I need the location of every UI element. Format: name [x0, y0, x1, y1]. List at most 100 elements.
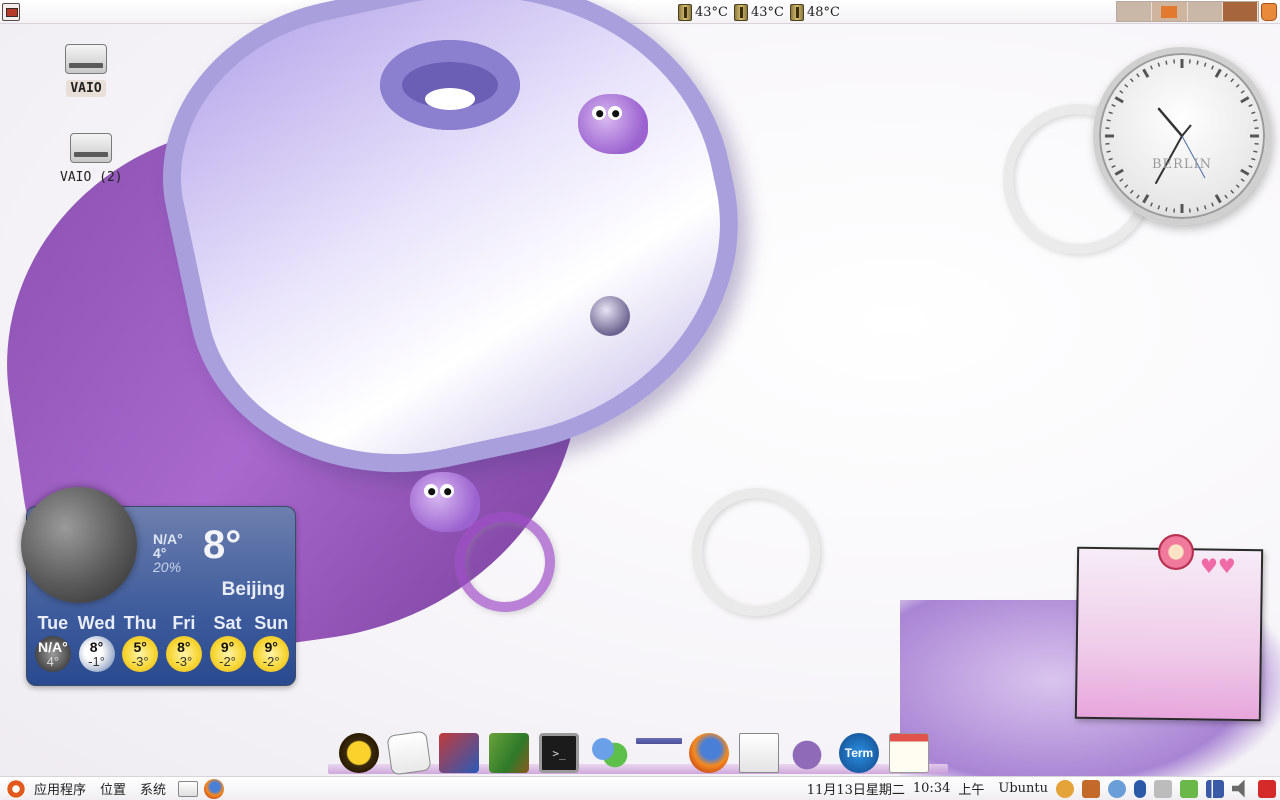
sensor-1: 43°C — [678, 3, 728, 21]
sensor-1-value: 43°C — [695, 4, 728, 20]
dock-documents[interactable] — [736, 730, 782, 776]
weather-widget[interactable]: N/A° 4° 20% 8° Beijing Tue N/A° 4° Wed 8… — [21, 487, 296, 686]
weather-city: Beijing — [221, 579, 285, 600]
clock-second-hand-tail — [1181, 124, 1192, 137]
workspace-4[interactable] — [1222, 2, 1258, 21]
firefox-icon — [689, 733, 729, 773]
dock-firefox[interactable] — [686, 730, 732, 776]
clock-tick — [1203, 205, 1207, 210]
clock-tick — [1196, 207, 1199, 212]
wallpaper-swirl-hole — [380, 40, 520, 130]
workspace-2[interactable] — [1152, 2, 1188, 21]
dock-calendar[interactable] — [886, 730, 932, 776]
moon-icon — [21, 487, 137, 603]
mail-icon[interactable] — [178, 780, 199, 797]
network-icon[interactable] — [1206, 779, 1224, 798]
printer-icon[interactable] — [1154, 779, 1172, 798]
panel-user[interactable]: Ubuntu — [998, 781, 1048, 796]
workspace-switcher — [1116, 1, 1259, 22]
panel-right: 11月13日星期二 10:34 上午 Ubuntu — [807, 779, 1280, 798]
volume-icon[interactable] — [1232, 779, 1245, 798]
show-desktop-icon[interactable] — [2, 3, 20, 21]
clock-tick — [1124, 184, 1129, 189]
clock-tick — [1165, 60, 1168, 65]
dock-notes[interactable] — [386, 730, 432, 776]
clock-tick — [1203, 62, 1207, 67]
clock-tick — [1111, 104, 1116, 107]
temperature-sensors: 43°C 43°C 48°C — [678, 3, 840, 21]
clock-widget[interactable]: BERLIN — [1093, 47, 1271, 225]
thermometer-icon — [678, 3, 692, 21]
dock-system-monitor[interactable] — [336, 730, 382, 776]
menu-system[interactable]: 系统 — [140, 779, 166, 798]
flower-icon — [1158, 534, 1194, 570]
forecast-low: -1° — [88, 653, 105, 669]
dock-term[interactable]: Term — [836, 730, 882, 776]
clock-tick — [1136, 73, 1140, 78]
trash-icon[interactable] — [1261, 3, 1277, 21]
gauge-icon — [339, 733, 379, 773]
workspace-3[interactable] — [1187, 2, 1223, 21]
desktop-icon-label: VAIO (2) — [60, 170, 123, 185]
forecast-high: 9° — [220, 638, 235, 655]
blank-icon — [636, 738, 682, 744]
clock-tick — [1119, 90, 1124, 94]
forecast-day-name: Sat — [213, 613, 242, 633]
mascot-icon — [578, 94, 648, 154]
dock-terminal[interactable]: >_ — [536, 730, 582, 776]
clock-tick — [1248, 104, 1253, 107]
weather-humidity: 20% — [153, 559, 182, 575]
forecast-high: N/A° — [37, 638, 68, 655]
dock-contacts[interactable] — [586, 730, 632, 776]
clock-tick — [1235, 83, 1240, 88]
sun-icon: 9° -2° — [209, 636, 246, 672]
dock-pidgin[interactable] — [786, 730, 832, 776]
sensor-3: 48°C — [790, 3, 840, 21]
forecast-high: 9° — [264, 638, 278, 655]
menu-places[interactable]: 位置 — [100, 779, 126, 798]
sun-icon: 8° -3° — [165, 636, 202, 672]
battery-icon[interactable] — [1180, 779, 1198, 798]
panel-ampm[interactable]: 上午 — [958, 779, 984, 798]
forecast-day-name: Tue — [37, 613, 69, 633]
dock-blank[interactable] — [636, 730, 682, 776]
desktop-icon-vaio-2[interactable]: VAIO (2) — [56, 133, 127, 186]
forecast-high: 8° — [177, 638, 191, 655]
clock-brand: BERLIN — [1152, 157, 1212, 172]
notepad-icon — [386, 730, 432, 776]
menu-applications[interactable]: 应用程序 — [34, 779, 86, 798]
user-icon[interactable] — [1108, 779, 1126, 798]
bluetooth-icon[interactable] — [1134, 779, 1146, 798]
mascot-icon — [410, 472, 480, 532]
clock-tick — [1108, 111, 1113, 115]
clock-tick — [1240, 178, 1245, 182]
clock-tick — [1224, 194, 1228, 199]
weather-forecast: Tue N/A° 4° Wed 8° -1° Thu 5° -3° Fri 8° — [31, 613, 293, 672]
dock-file-manager[interactable] — [436, 730, 482, 776]
shield-icon[interactable] — [1082, 779, 1100, 798]
term-icon: Term — [839, 733, 879, 773]
sensor-2: 43°C — [734, 3, 784, 21]
key-icon[interactable] — [1056, 779, 1074, 798]
clock-tick — [1230, 189, 1235, 194]
clock-tick — [1157, 205, 1161, 210]
power-icon[interactable] — [1258, 779, 1276, 798]
panel-date[interactable]: 11月13日星期二 — [807, 779, 905, 798]
clock-tick — [1211, 202, 1214, 207]
workspace-1[interactable] — [1117, 2, 1153, 21]
ubuntu-logo-icon[interactable] — [6, 778, 26, 799]
files-icon — [439, 733, 479, 773]
dock-dictionary[interactable] — [486, 730, 532, 776]
wallpaper-ring — [692, 488, 820, 616]
clock-tick — [1230, 78, 1235, 83]
clock-tick — [1150, 65, 1153, 70]
firefox-icon[interactable] — [204, 778, 225, 799]
pidgin-icon — [789, 733, 829, 773]
forecast-day-name: Sun — [254, 613, 289, 633]
forecast-low: -3° — [175, 653, 193, 669]
desktop-icon-vaio[interactable]: VAIO — [65, 44, 107, 97]
wallpaper-knob — [590, 296, 630, 336]
sensor-3-value: 48°C — [807, 4, 840, 20]
panel-time[interactable]: 10:34 — [913, 781, 950, 796]
clock-tick — [1251, 111, 1256, 115]
